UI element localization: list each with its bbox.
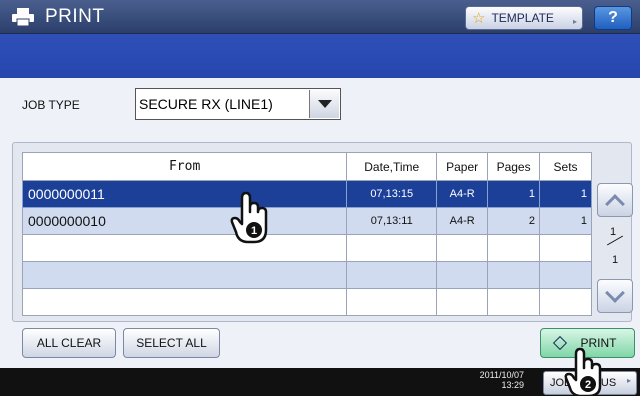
hand-pointer-icon: 2 <box>564 347 602 396</box>
scroll-up-button[interactable] <box>597 183 633 217</box>
column-header-date-time[interactable]: Date,Time <box>346 152 438 181</box>
cell-sets: 1 <box>539 180 592 208</box>
column-header-sets[interactable]: Sets <box>539 152 592 181</box>
scroll-down-button[interactable] <box>597 279 633 313</box>
job-type-select[interactable]: SECURE RX (LINE1) <box>135 88 341 120</box>
clock: 2011/10/07 13:29 <box>468 370 524 390</box>
column-header-pages[interactable]: Pages <box>487 152 541 181</box>
page-current: 1 <box>610 226 617 238</box>
time-text: 13:29 <box>501 380 524 390</box>
corner-arrow-icon: ▸ <box>572 17 577 26</box>
hand-pointer-icon: 1 <box>230 191 268 244</box>
cell-sets: 1 <box>539 207 592 235</box>
cell-from: 0000000011 <box>21 180 348 208</box>
table-row[interactable]: 0000000011 07,13:15 A4-R 1 1 <box>21 180 592 208</box>
table-row-empty <box>21 234 592 262</box>
table-row-empty <box>21 288 592 316</box>
all-clear-button[interactable]: ALL CLEAR <box>22 328 116 358</box>
job-type-label: JOB TYPE <box>22 98 80 112</box>
title-bar: PRINT ☆ TEMPLATE ▸ ? <box>0 0 640 34</box>
page-total: 1 <box>612 254 619 266</box>
chevron-down-icon <box>605 283 625 303</box>
chevron-down-icon[interactable] <box>309 90 339 118</box>
chevron-up-icon <box>605 194 625 214</box>
cell-pages: 1 <box>487 180 541 208</box>
cell-paper: A4-R <box>436 180 489 208</box>
cell-from: 0000000010 <box>21 207 348 235</box>
printer-icon <box>12 8 34 26</box>
help-button[interactable]: ? <box>594 6 632 30</box>
cell-date-time: 07,13:15 <box>346 180 438 208</box>
column-header-paper[interactable]: Paper <box>436 152 489 181</box>
cell-pages: 2 <box>487 207 541 235</box>
callout-number: 1 <box>251 225 257 237</box>
template-label: TEMPLATE <box>491 11 554 25</box>
job-table: From Date,Time Paper Pages Sets 00000000… <box>21 152 592 316</box>
table-header: From Date,Time Paper Pages Sets <box>21 152 592 181</box>
page-title: PRINT <box>45 6 105 27</box>
cell-paper: A4-R <box>436 207 489 235</box>
table-row-empty <box>21 261 592 289</box>
job-type-value: SECURE RX (LINE1) <box>139 96 273 112</box>
date-text: 2011/10/07 <box>479 370 524 380</box>
message-bar <box>0 34 640 78</box>
select-all-button[interactable]: SELECT ALL <box>123 328 220 358</box>
callout-number: 2 <box>585 379 591 391</box>
template-button[interactable]: ☆ TEMPLATE ▸ <box>465 6 583 30</box>
table-row[interactable]: 0000000010 07,13:11 A4-R 2 1 <box>21 207 592 235</box>
cell-date-time: 07,13:11 <box>346 207 438 235</box>
corner-arrow-icon: ▸ <box>626 376 631 385</box>
star-icon: ☆ <box>472 10 486 27</box>
column-header-from[interactable]: From <box>21 152 348 181</box>
